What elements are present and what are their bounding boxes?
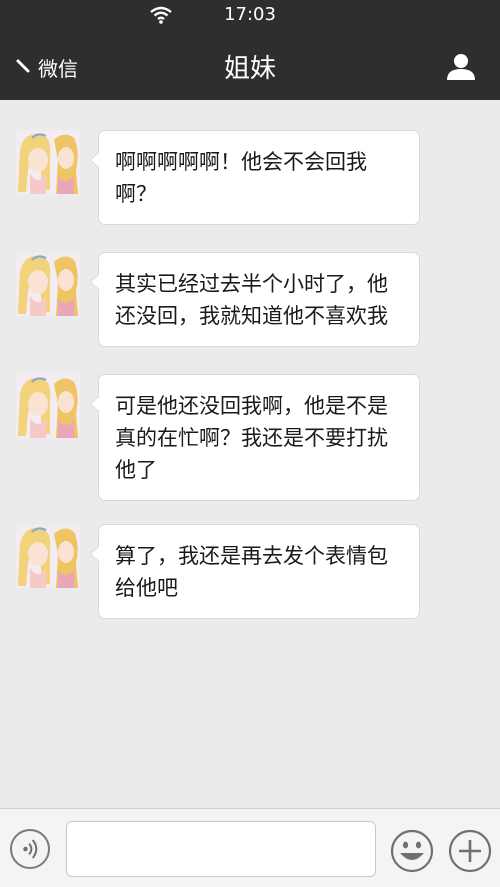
- avatar-image: [16, 130, 80, 194]
- avatar[interactable]: [16, 252, 80, 316]
- chat-area: 啊啊啊啊啊！他会不会回我 啊？ 其实已经过去半个小时了，他 还没回，我就知道他不…: [0, 100, 500, 808]
- message-line: 啊啊啊啊啊！他会不会回我: [115, 150, 367, 174]
- message-line: 真的在忙啊？我还是不要打扰: [115, 426, 388, 450]
- message-input[interactable]: [66, 821, 376, 877]
- plus-icon[interactable]: [448, 829, 492, 873]
- message-line: 给他吧: [115, 576, 178, 600]
- page-title: 姐妹: [223, 54, 276, 84]
- message-line: 其实已经过去半个小时了，他: [115, 272, 388, 296]
- message-line: 还没回，我就知道他不喜欢我: [115, 304, 388, 328]
- nav-bar: 微信 姐妹: [0, 30, 500, 100]
- message-line: 啊？: [115, 182, 157, 206]
- smiley-icon[interactable]: [390, 829, 434, 873]
- message-bubble[interactable]: 算了，我还是再去发个表情包 给他吧: [90, 524, 420, 619]
- avatar-image: [16, 374, 80, 438]
- avatar[interactable]: [16, 374, 80, 438]
- message-line: 算了，我还是再去发个表情包: [115, 544, 388, 568]
- message-bubble[interactable]: 啊啊啊啊啊！他会不会回我 啊？: [90, 130, 420, 225]
- input-bar: [0, 808, 500, 887]
- avatar[interactable]: [16, 130, 80, 194]
- avatar[interactable]: [16, 524, 80, 588]
- message-bubble[interactable]: 可是他还没回我啊，他是不是 真的在忙啊？我还是不要打扰 他了: [90, 374, 420, 501]
- message-bubble[interactable]: 其实已经过去半个小时了，他 还没回，我就知道他不喜欢我: [90, 252, 420, 347]
- status-bar: 17:03: [0, 0, 500, 30]
- message-line: 可是他还没回我啊，他是不是: [115, 394, 388, 418]
- person-icon[interactable]: [444, 52, 478, 82]
- voice-icon[interactable]: [10, 829, 50, 869]
- avatar-image: [16, 524, 80, 588]
- status-time: 17:03: [224, 4, 276, 25]
- message-line: 他了: [115, 458, 157, 482]
- avatar-image: [16, 252, 80, 316]
